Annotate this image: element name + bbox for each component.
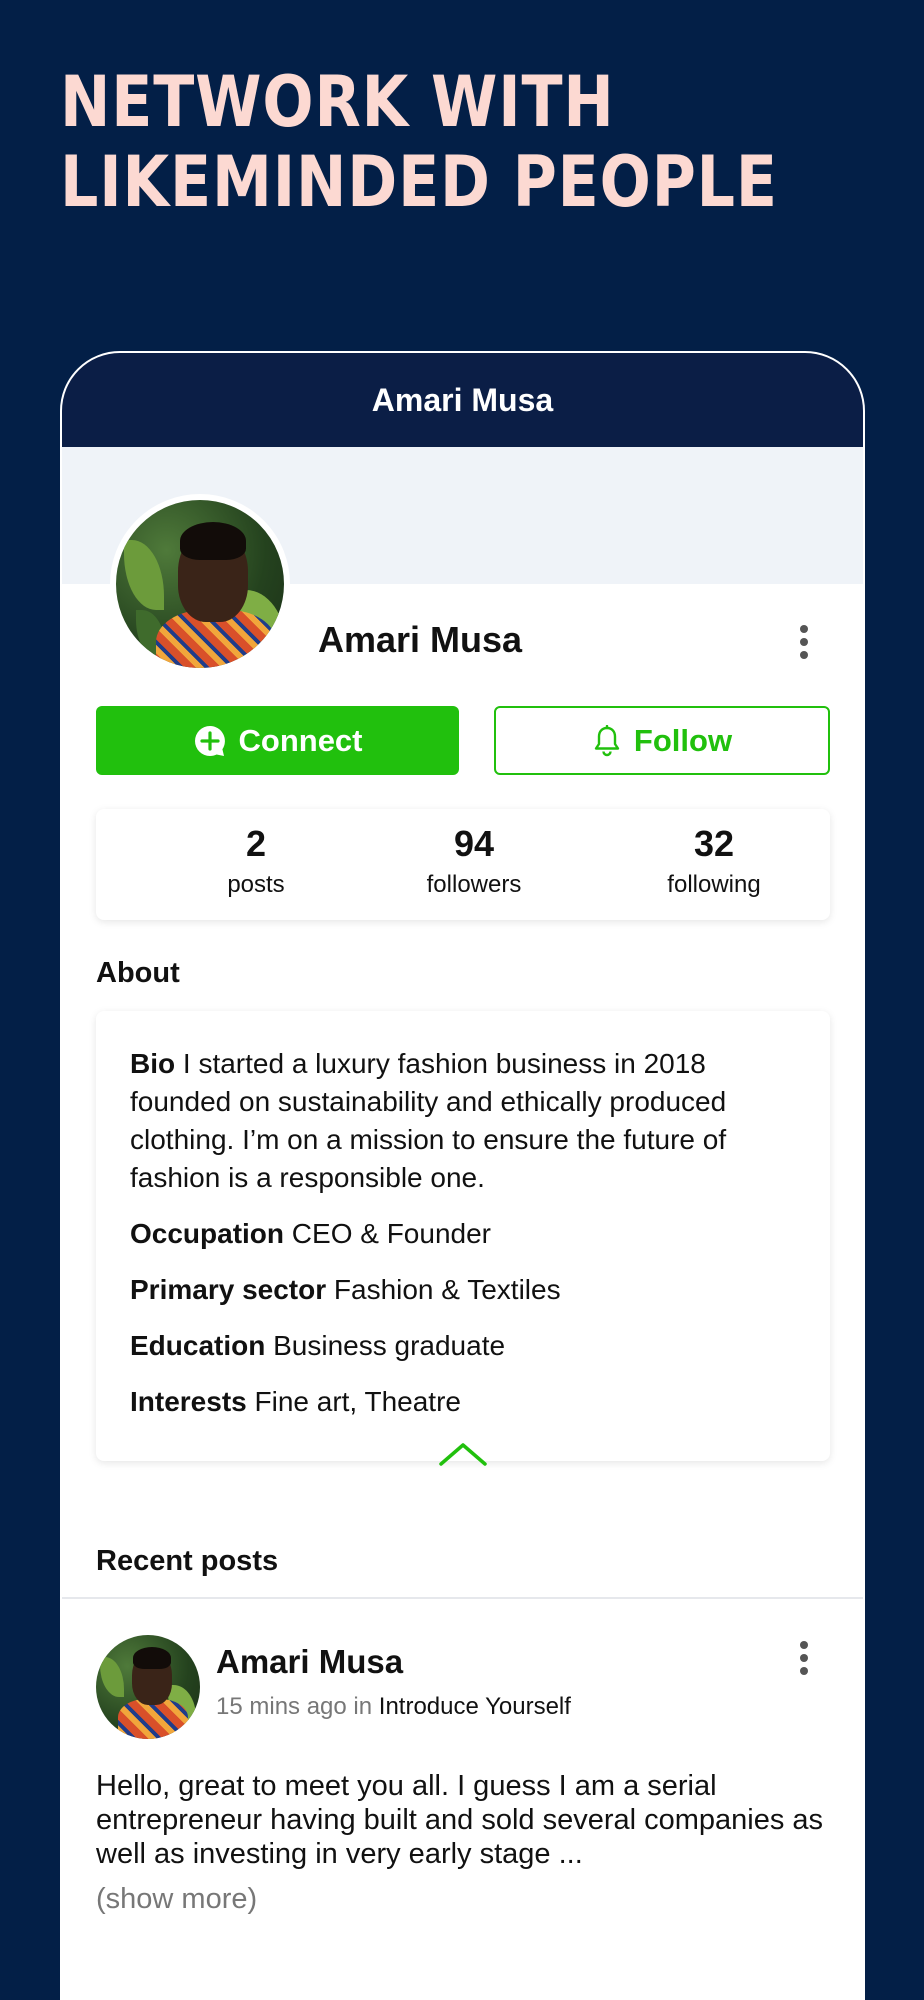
about-title: About xyxy=(96,957,180,989)
post-group-link[interactable]: Introduce Yourself xyxy=(379,1693,571,1720)
recent-posts-title: Recent posts xyxy=(96,1545,279,1577)
stat-followers[interactable]: 94 followers xyxy=(394,823,554,899)
post-meta: 15 mins ago in Introduce Yourself xyxy=(216,1693,571,1721)
post-time: 15 mins ago xyxy=(216,1693,347,1720)
connect-label: Connect xyxy=(238,722,363,758)
sector-row: Primary sector Fashion & Textiles xyxy=(130,1271,796,1309)
occupation-label: Occupation xyxy=(130,1218,285,1249)
education-label: Education xyxy=(130,1330,266,1361)
education-row: Education Business graduate xyxy=(130,1327,796,1365)
section-divider xyxy=(62,1597,863,1599)
app-header: Amari Musa xyxy=(62,353,863,447)
stat-following-value: 32 xyxy=(693,823,735,864)
headline-line-1: NETWORK WITH xyxy=(60,61,615,143)
sector-label: Primary sector xyxy=(130,1274,327,1305)
interests-value: Fine art, Theatre xyxy=(254,1386,461,1417)
app-header-title: Amari Musa xyxy=(371,381,554,418)
promo-headline: NETWORK WITH LIKEMINDED PEOPLE xyxy=(60,61,778,223)
profile-more-icon[interactable] xyxy=(792,625,816,659)
post-body: Hello, great to meet you all. I guess I … xyxy=(96,1770,824,1870)
phone-screen: Amari Musa Amari Musa Connect Follow 2 p… xyxy=(60,351,865,2000)
bio-row: Bio I started a luxury fashion business … xyxy=(130,1045,796,1197)
about-card: Bio I started a luxury fashion business … xyxy=(96,1011,830,1466)
interests-row: Interests Fine art, Theatre xyxy=(130,1383,796,1421)
bio-label: Bio xyxy=(130,1048,176,1079)
chevron-up-icon[interactable] xyxy=(438,1441,488,1467)
post-in-word: in xyxy=(353,1693,373,1720)
post-author-name[interactable]: Amari Musa xyxy=(216,1643,403,1681)
profile-avatar[interactable] xyxy=(110,494,290,674)
sector-value: Fashion & Textiles xyxy=(333,1274,561,1305)
education-value: Business graduate xyxy=(273,1330,506,1361)
stat-posts-value: 2 xyxy=(245,823,267,864)
headline-line-2: LIKEMINDED PEOPLE xyxy=(60,141,778,223)
stat-following-label: following xyxy=(667,871,761,898)
stat-posts[interactable]: 2 posts xyxy=(176,823,336,899)
bell-icon xyxy=(594,724,620,756)
bio-text: I started a luxury fashion business in 2… xyxy=(130,1048,727,1193)
stat-following[interactable]: 32 following xyxy=(634,823,794,899)
show-more-link[interactable]: (show more) xyxy=(96,1883,257,1916)
connect-button[interactable]: Connect xyxy=(96,706,459,775)
profile-name: Amari Musa xyxy=(318,619,523,660)
stat-followers-value: 94 xyxy=(453,823,495,864)
occupation-value: CEO & Founder xyxy=(291,1218,491,1249)
occupation-row: Occupation CEO & Founder xyxy=(130,1215,796,1253)
follow-button[interactable]: Follow xyxy=(494,706,830,775)
stat-posts-label: posts xyxy=(227,871,285,898)
interests-label: Interests xyxy=(130,1386,247,1417)
follow-label: Follow xyxy=(633,722,733,758)
chat-plus-icon xyxy=(194,725,225,756)
stat-followers-label: followers xyxy=(426,871,522,898)
post-author-avatar[interactable] xyxy=(96,1635,200,1739)
profile-stats: 2 posts 94 followers 32 following xyxy=(96,809,830,920)
post-more-icon[interactable] xyxy=(792,1641,816,1675)
